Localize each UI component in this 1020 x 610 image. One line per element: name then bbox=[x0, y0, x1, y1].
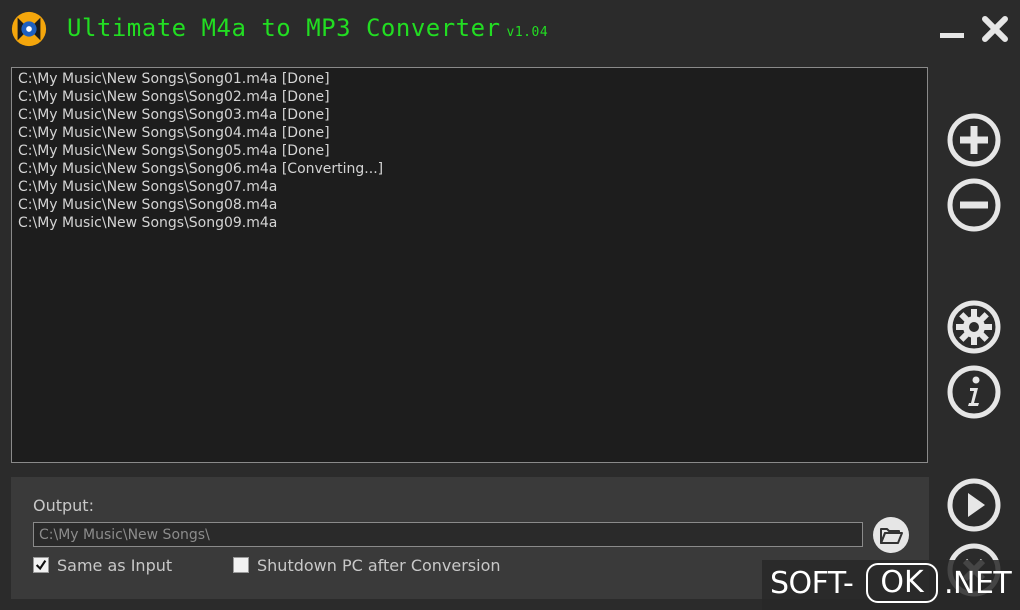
add-files-button[interactable] bbox=[944, 110, 1004, 170]
list-item[interactable]: C:\My Music\New Songs\Song08.m4a bbox=[18, 196, 921, 214]
close-icon[interactable] bbox=[980, 14, 1010, 44]
list-item[interactable]: C:\My Music\New Songs\Song02.m4a [Done] bbox=[18, 88, 921, 106]
list-item[interactable]: C:\My Music\New Songs\Song05.m4a [Done] bbox=[18, 142, 921, 160]
remove-files-button[interactable] bbox=[944, 175, 1004, 235]
title-bar: Ultimate M4a to MP3 Converter v1.04 bbox=[0, 0, 1020, 62]
output-label: Output: bbox=[33, 496, 94, 515]
settings-button[interactable] bbox=[944, 297, 1004, 357]
shutdown-box[interactable] bbox=[233, 557, 249, 573]
list-item[interactable]: C:\My Music\New Songs\Song06.m4a [Conver… bbox=[18, 160, 921, 178]
watermark-text-right: .NET bbox=[944, 566, 1012, 601]
list-item[interactable]: C:\My Music\New Songs\Song07.m4a bbox=[18, 178, 921, 196]
list-item[interactable]: C:\My Music\New Songs\Song09.m4a bbox=[18, 214, 921, 232]
browse-folder-button[interactable] bbox=[872, 516, 910, 554]
app-version: v1.04 bbox=[506, 25, 549, 40]
checkmark-icon bbox=[35, 560, 47, 571]
list-item[interactable]: C:\My Music\New Songs\Song01.m4a [Done] bbox=[18, 70, 921, 88]
file-list[interactable]: C:\My Music\New Songs\Song01.m4a [Done] … bbox=[11, 67, 928, 463]
watermark-text-middle: OK bbox=[866, 563, 938, 603]
shutdown-label: Shutdown PC after Conversion bbox=[257, 555, 501, 575]
same-as-input-label: Same as Input bbox=[57, 555, 173, 575]
minimize-button[interactable] bbox=[938, 20, 966, 44]
watermark: SOFT- OK .NET bbox=[762, 560, 1020, 610]
app-title: Ultimate M4a to MP3 Converter v1.04 bbox=[67, 14, 548, 42]
watermark-text-left: SOFT- bbox=[770, 566, 854, 601]
app-title-text: Ultimate M4a to MP3 Converter bbox=[67, 14, 501, 42]
minimize-icon bbox=[940, 33, 964, 38]
start-conversion-button[interactable] bbox=[944, 475, 1004, 535]
app-logo-icon bbox=[11, 11, 47, 47]
output-path-input[interactable] bbox=[33, 522, 863, 547]
list-item[interactable]: C:\My Music\New Songs\Song03.m4a [Done] bbox=[18, 106, 921, 124]
same-as-input-box[interactable] bbox=[33, 557, 49, 573]
same-as-input-checkbox[interactable]: Same as Input bbox=[33, 555, 172, 575]
info-button[interactable] bbox=[944, 362, 1004, 422]
shutdown-checkbox[interactable]: Shutdown PC after Conversion bbox=[233, 555, 501, 575]
list-item[interactable]: C:\My Music\New Songs\Song04.m4a [Done] bbox=[18, 124, 921, 142]
